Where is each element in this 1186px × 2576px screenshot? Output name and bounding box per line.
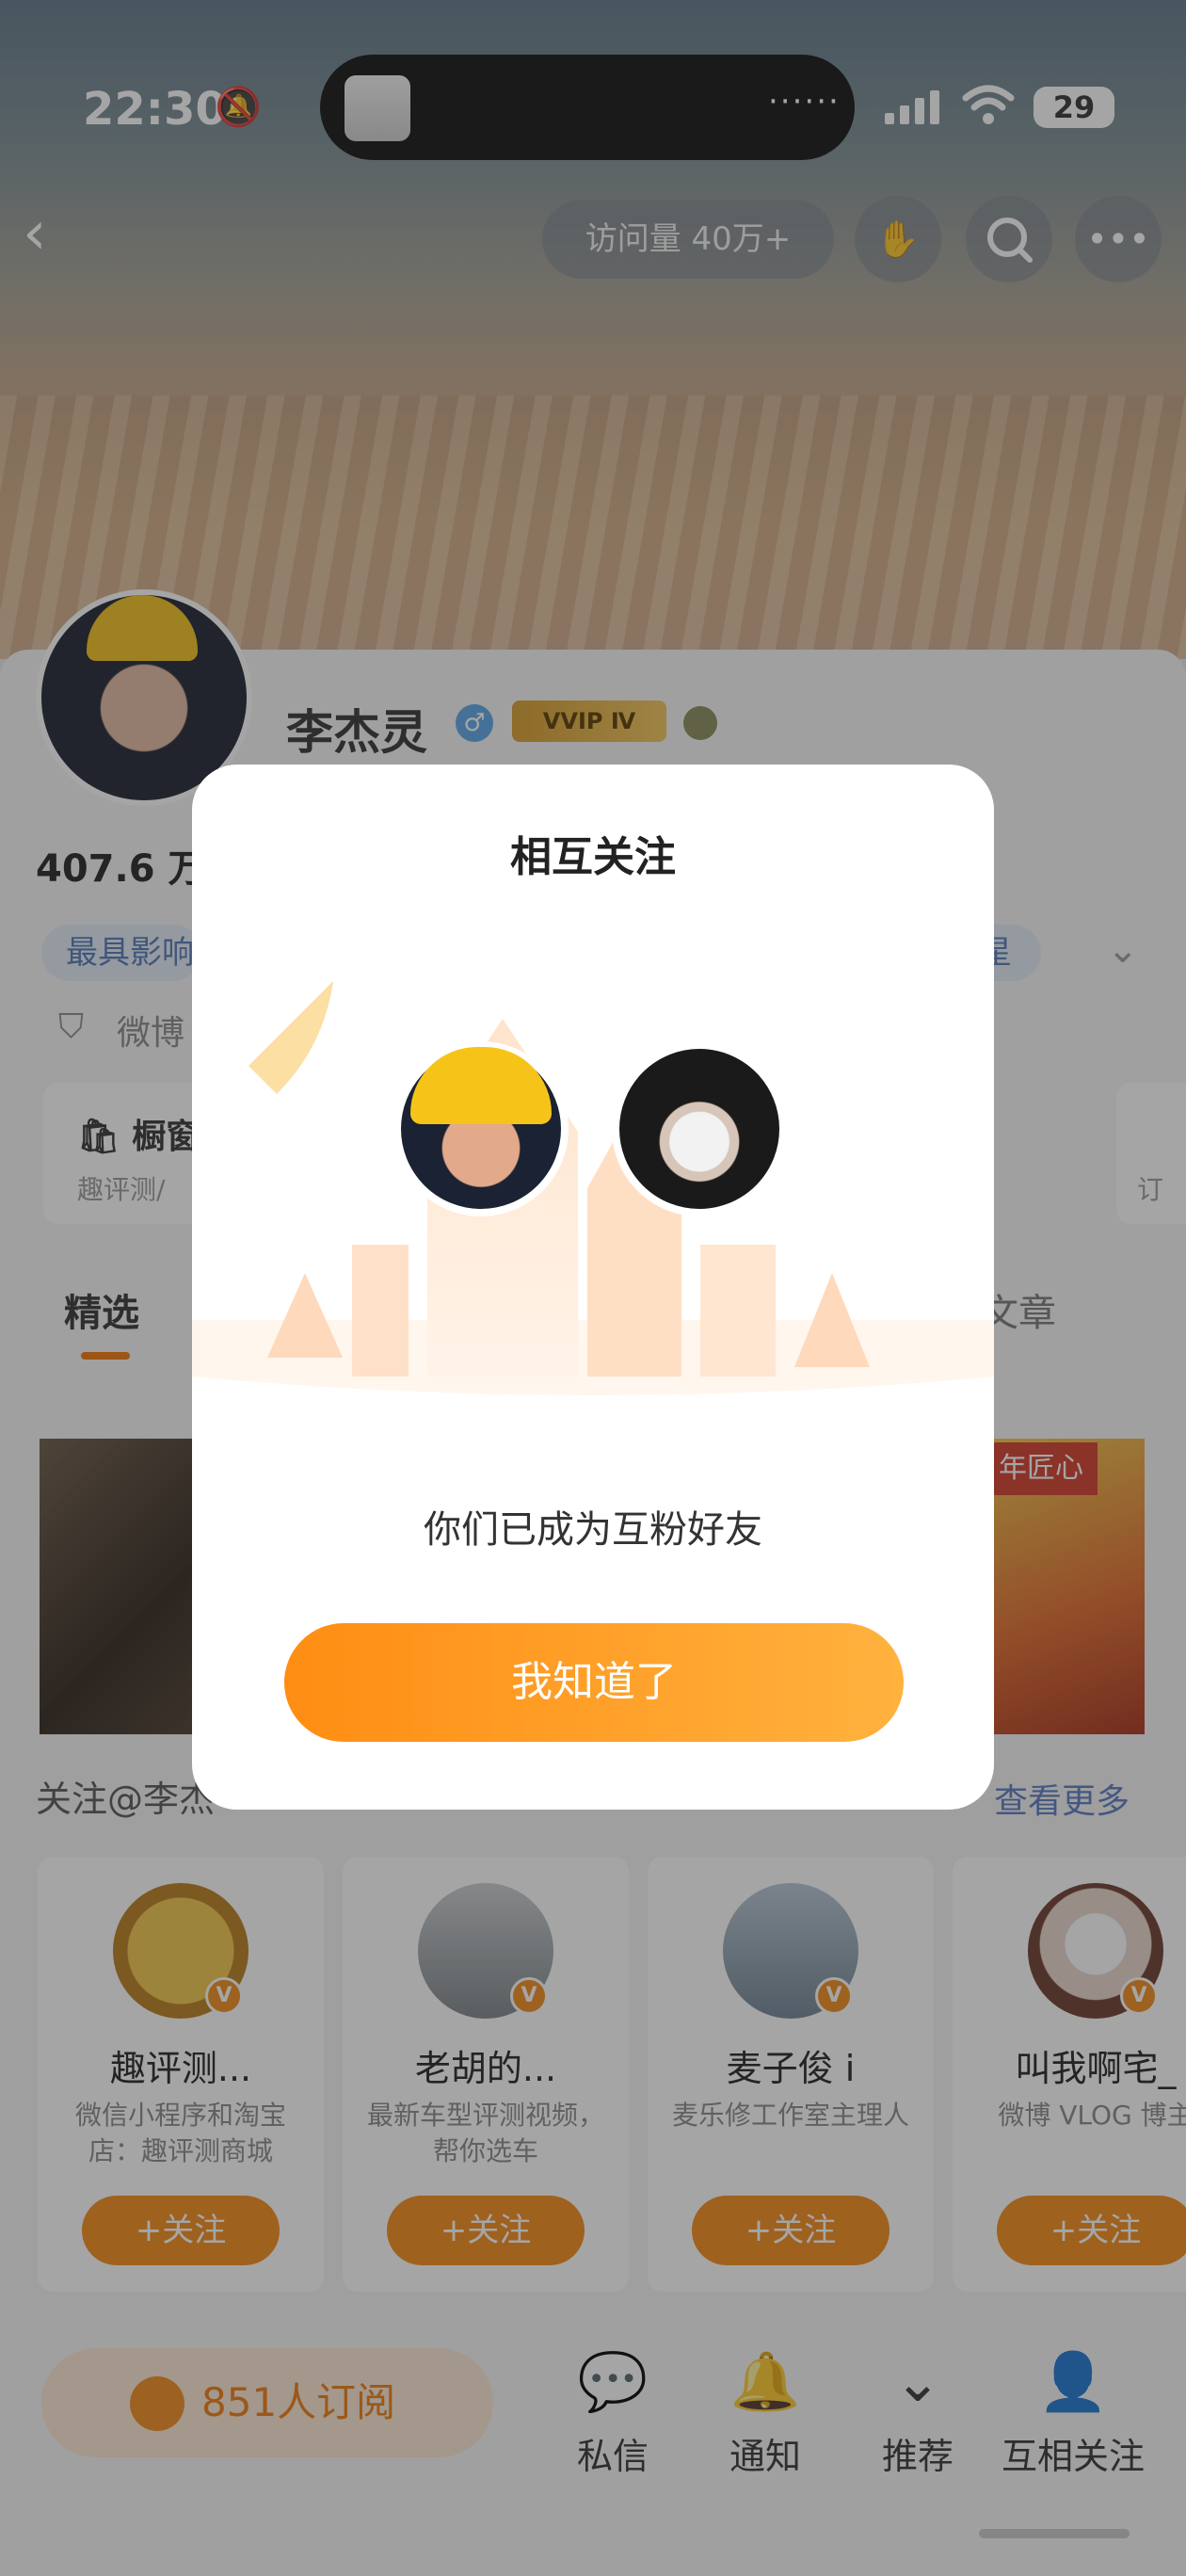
dialog-message: 你们已成为互粉好友	[424, 1508, 762, 1552]
castle-illustration	[192, 981, 994, 1489]
mutual-follow-dialog: 相互关注 你们已成为互粉好友 我知道了	[192, 765, 994, 1810]
friend-avatar	[612, 1041, 787, 1216]
got-it-button[interactable]: 我知道了	[284, 1623, 904, 1742]
dialog-title: 相互关注	[510, 833, 676, 881]
